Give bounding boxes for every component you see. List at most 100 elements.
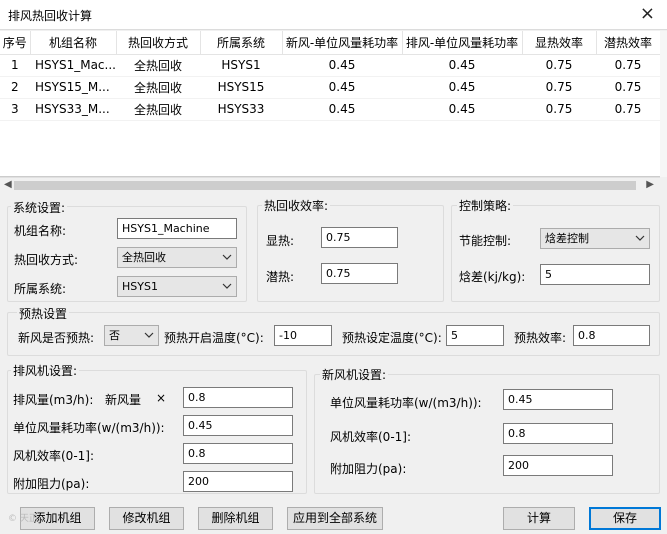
exhaust-flow-label: 排风量(m3/h): xyxy=(13,393,94,407)
system-settings-legend: 系统设置: xyxy=(11,199,68,216)
system-value: HSYS1 xyxy=(122,280,158,293)
close-icon[interactable]: × xyxy=(640,3,655,25)
preheat-set-temp-label: 预热设定温度(°C): xyxy=(342,331,442,345)
chevron-down-icon xyxy=(635,231,645,245)
cell-latent: 0.75 xyxy=(596,54,660,77)
table-row[interactable]: 1 HSYS1_Mac... 全热回收 HSYS1 0.45 0.45 0.75… xyxy=(0,54,660,77)
preheat-enable-select[interactable]: 否 xyxy=(104,325,159,346)
cell-exhaust-power: 0.45 xyxy=(402,76,522,99)
system-select[interactable]: HSYS1 xyxy=(117,276,237,297)
cell-system: HSYS15 xyxy=(200,76,282,99)
col-header-fresh-power[interactable]: 新风-单位风量耗功率 xyxy=(282,31,403,55)
system-label: 所属系统: xyxy=(14,282,67,296)
energy-control-select[interactable]: 焓差控制 xyxy=(540,228,650,249)
cell-index: 2 xyxy=(0,76,30,99)
scroll-right-icon[interactable]: ▶ xyxy=(646,179,654,190)
energy-control-value: 焓差控制 xyxy=(545,232,589,245)
exhaust-power-label: 单位风量耗功率(w/(m3/h)): xyxy=(13,421,165,435)
unit-name-input[interactable]: HSYS1_Machine xyxy=(117,218,237,239)
cell-exhaust-power: 0.45 xyxy=(402,54,522,77)
cell-sensible: 0.75 xyxy=(522,54,596,77)
col-header-index[interactable]: 序号 xyxy=(0,31,31,55)
save-button[interactable]: 保存 xyxy=(589,507,661,530)
unit-name-label: 机组名称: xyxy=(14,224,67,238)
col-header-sensible[interactable]: 显热效率 xyxy=(522,31,597,55)
control-strategy-group xyxy=(451,205,660,302)
table-row[interactable]: 2 HSYS15_M... 全热回收 HSYS15 0.45 0.45 0.75… xyxy=(0,76,660,99)
unit-table: 序号 机组名称 热回收方式 所属系统 新风-单位风量耗功率 排风-单位风量耗功率… xyxy=(0,31,660,177)
fresh-power-input[interactable]: 0.45 xyxy=(503,389,613,410)
chevron-down-icon xyxy=(222,250,232,264)
preheat-set-temp-input[interactable]: 5 xyxy=(446,325,504,346)
cell-name: HSYS15_M... xyxy=(30,76,116,99)
edit-unit-button[interactable]: 修改机组 xyxy=(109,507,184,530)
calculate-button[interactable]: 计算 xyxy=(503,507,575,530)
cell-fresh-power: 0.45 xyxy=(282,76,402,99)
enthalpy-diff-input[interactable]: 5 xyxy=(540,264,650,285)
fresh-resistance-input[interactable]: 200 xyxy=(503,455,613,476)
cell-latent: 0.75 xyxy=(596,98,660,121)
latent-label: 潜热: xyxy=(266,270,295,284)
preheat-start-temp-label: 预热开启温度(°C): xyxy=(164,331,264,345)
vertical-scrollbar[interactable] xyxy=(660,31,667,177)
efficiency-group xyxy=(257,205,444,302)
title-bar: 排风热回收计算 × xyxy=(0,0,667,30)
scroll-thumb[interactable] xyxy=(14,181,636,190)
sensible-label: 显热: xyxy=(266,234,295,248)
exhaust-fan-efficiency-label: 风机效率(0-1]: xyxy=(13,449,95,463)
col-header-name[interactable]: 机组名称 xyxy=(30,31,117,55)
recovery-method-select[interactable]: 全热回收 xyxy=(117,247,237,268)
cell-fresh-power: 0.45 xyxy=(282,54,402,77)
multiply-icon: × xyxy=(156,391,167,405)
exhaust-resistance-label: 附加阻力(pa): xyxy=(13,477,90,491)
fresh-resistance-label: 附加阻力(pa): xyxy=(330,462,407,476)
cell-fresh-power: 0.45 xyxy=(282,98,402,121)
cell-exhaust-power: 0.45 xyxy=(402,98,522,121)
cell-sensible: 0.75 xyxy=(522,76,596,99)
preheat-efficiency-input[interactable]: 0.8 xyxy=(573,325,650,346)
fresh-power-label: 单位风量耗功率(w/(m3/h)): xyxy=(330,396,482,410)
fresh-fan-efficiency-input[interactable]: 0.8 xyxy=(503,423,613,444)
col-header-latent[interactable]: 潜热效率 xyxy=(596,31,660,55)
recovery-method-label: 热回收方式: xyxy=(14,253,79,267)
col-header-method[interactable]: 热回收方式 xyxy=(116,31,201,55)
exhaust-resistance-input[interactable]: 200 xyxy=(183,471,293,492)
exhaust-power-input[interactable]: 0.45 xyxy=(183,415,293,436)
energy-control-label: 节能控制: xyxy=(459,234,512,248)
control-strategy-legend: 控制策略: xyxy=(457,197,514,214)
cell-name: HSYS33_M... xyxy=(30,98,116,121)
cell-method: 全热回收 xyxy=(116,54,200,77)
efficiency-legend: 热回收效率: xyxy=(262,197,331,214)
cell-system: HSYS33 xyxy=(200,98,282,121)
apply-all-systems-button[interactable]: 应用到全部系统 xyxy=(287,507,383,530)
window-title: 排风热回收计算 xyxy=(8,9,93,23)
col-header-system[interactable]: 所属系统 xyxy=(200,31,283,55)
horizontal-scrollbar[interactable]: ◀ ▶ xyxy=(0,177,660,193)
preheat-start-temp-input[interactable]: -10 xyxy=(274,325,332,346)
exhaust-fan-legend: 排风机设置: xyxy=(11,362,80,379)
scroll-left-icon[interactable]: ◀ xyxy=(4,179,12,190)
col-header-exhaust-power[interactable]: 排风-单位风量耗功率 xyxy=(402,31,523,55)
cell-system: HSYS1 xyxy=(200,54,282,77)
sensible-input[interactable]: 0.75 xyxy=(321,227,398,248)
delete-unit-button[interactable]: 删除机组 xyxy=(198,507,273,530)
recovery-method-value: 全热回收 xyxy=(122,251,166,264)
cell-index: 3 xyxy=(0,98,30,121)
fresh-fan-legend: 新风机设置: xyxy=(320,366,389,383)
latent-input[interactable]: 0.75 xyxy=(321,263,398,284)
enthalpy-diff-label: 焓差(kj/kg): xyxy=(459,270,526,284)
chevron-down-icon xyxy=(144,328,154,342)
exhaust-fan-efficiency-input[interactable]: 0.8 xyxy=(183,443,293,464)
exhaust-flow-ratio-input[interactable]: 0.8 xyxy=(183,387,293,408)
watermark-logo: © 天正 xyxy=(8,514,38,524)
table-header-row: 序号 机组名称 热回收方式 所属系统 新风-单位风量耗功率 排风-单位风量耗功率… xyxy=(0,31,660,55)
preheat-enable-label: 新风是否预热: xyxy=(18,331,95,345)
preheat-legend: 预热设置 xyxy=(17,305,70,322)
fresh-fan-efficiency-label: 风机效率(0-1]: xyxy=(330,430,412,444)
cell-sensible: 0.75 xyxy=(522,98,596,121)
fresh-air-flow-label: 新风量 xyxy=(105,393,142,407)
preheat-enable-value: 否 xyxy=(109,329,120,342)
table-row[interactable]: 3 HSYS33_M... 全热回收 HSYS33 0.45 0.45 0.75… xyxy=(0,98,660,121)
cell-method: 全热回收 xyxy=(116,98,200,121)
chevron-down-icon xyxy=(222,279,232,293)
